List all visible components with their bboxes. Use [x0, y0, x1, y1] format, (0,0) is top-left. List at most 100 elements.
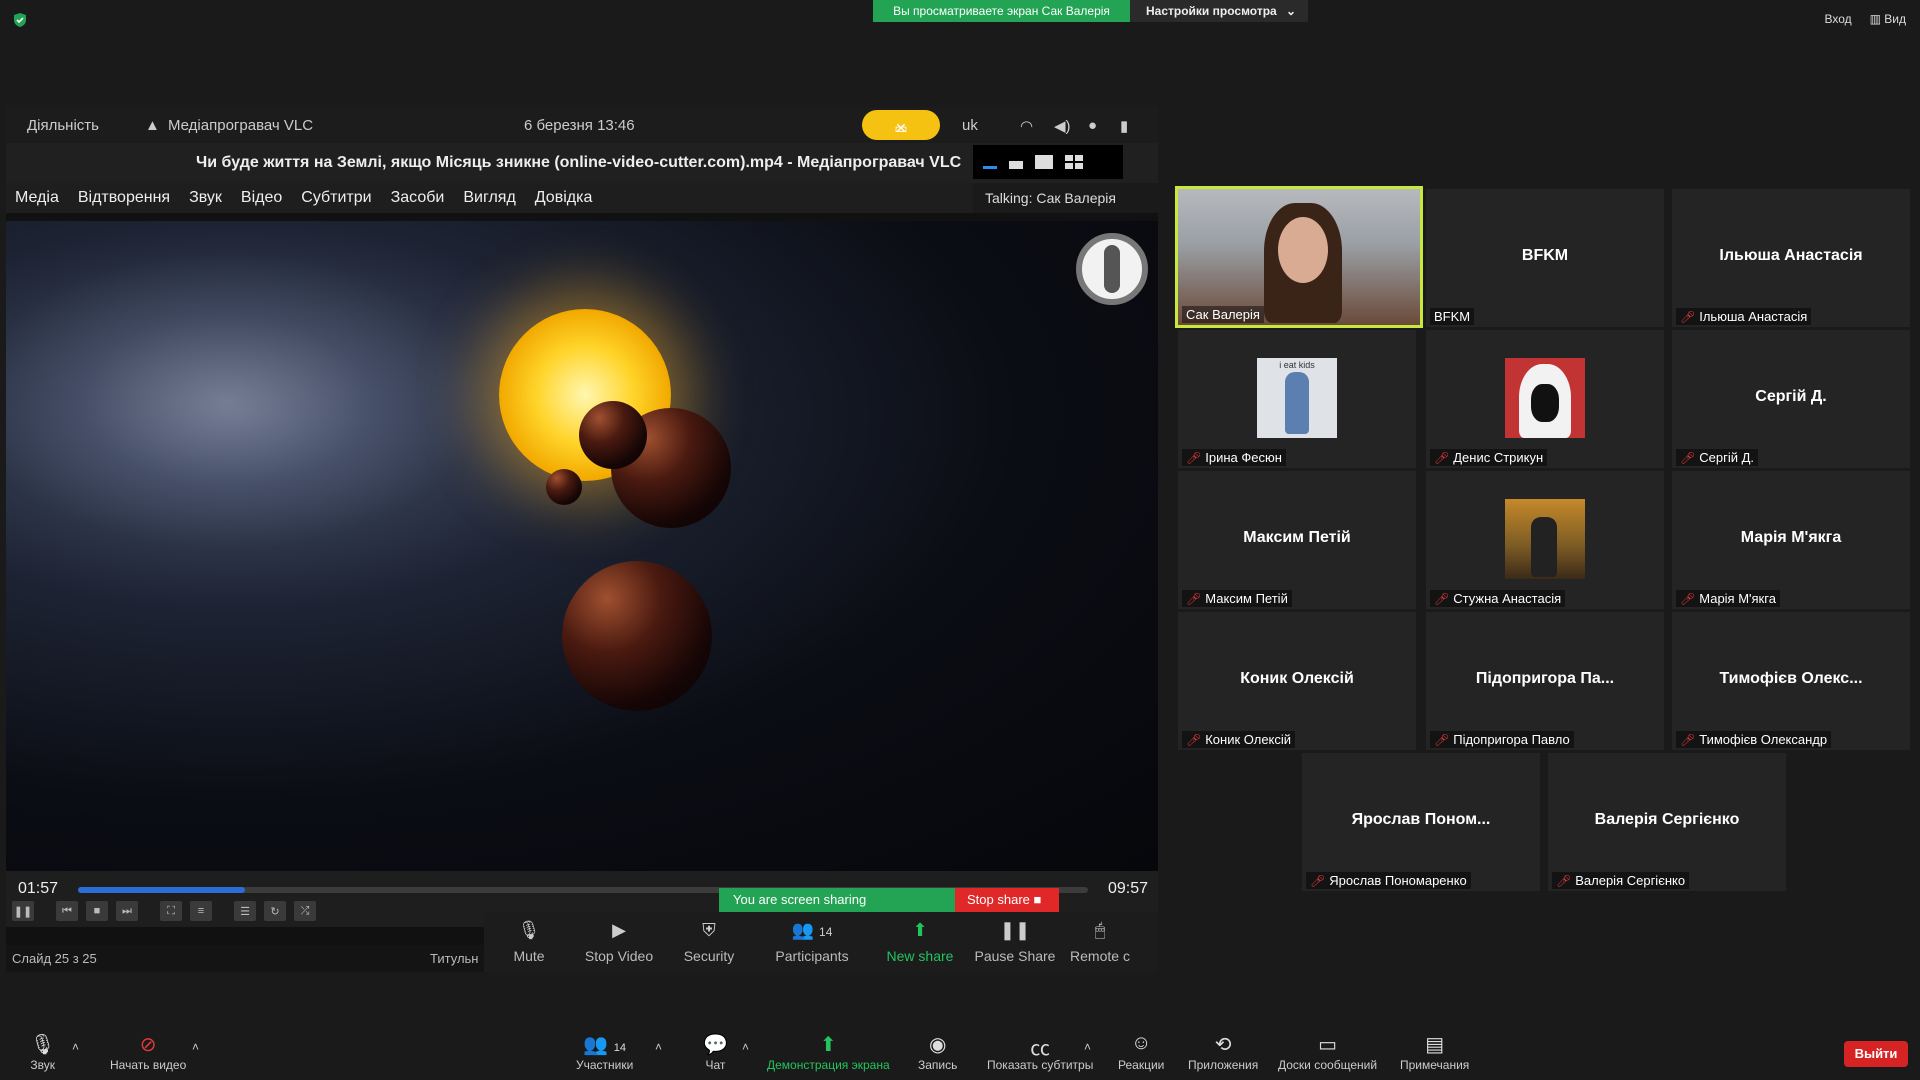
participants-label: Участники [576, 1058, 634, 1072]
participant-tile[interactable]: Підопригора Па... 🎤︎ Підопригора Павло [1426, 612, 1664, 750]
vlc-cone-icon: ▲ [145, 117, 160, 134]
pause-share-button[interactable]: ❚❚ Pause Share [970, 912, 1060, 972]
audio-button[interactable]: 🎙 Звук [30, 1032, 55, 1072]
participant-name-text: Валерія Сергієнко [1575, 873, 1686, 888]
participant-tile[interactable]: Сергій Д. 🎤︎ Сергій Д. [1672, 330, 1910, 468]
loop-icon[interactable]: ↻ [264, 901, 286, 921]
participant-name-text: Денис Стрикун [1453, 450, 1544, 465]
mute-button[interactable]: 🎙 Mute [484, 912, 574, 972]
audio-options-chevron[interactable]: ˄ [72, 1040, 79, 1054]
clock[interactable]: 6 березня 13:46 [524, 117, 635, 134]
wifi-icon: ◠ [1020, 118, 1034, 135]
participants-button[interactable]: 👥 14 Участники [576, 1032, 633, 1072]
stop-share-button[interactable]: Stop share ■ [955, 888, 1059, 912]
participant-name-text: Коник Олексій [1205, 732, 1292, 747]
notes-button[interactable]: ▤ Примечания [1400, 1032, 1469, 1072]
leave-meeting-button[interactable]: Выйти [1844, 1041, 1908, 1067]
app-name[interactable]: Медіапрогравач VLC [168, 117, 313, 134]
share-screen-label: Демонстрация экрана [767, 1058, 890, 1072]
participant-tile[interactable]: Сак Валерія [1175, 186, 1423, 328]
captions-options-chevron[interactable]: ˄ [1084, 1040, 1091, 1054]
chevron-up-icon: ˄ [72, 1040, 80, 1054]
login-button[interactable]: Вход [1824, 12, 1851, 26]
stop-video-button[interactable]: ▶ Stop Video [574, 912, 664, 972]
participants-options-chevron[interactable]: ˄ [655, 1040, 662, 1054]
participant-tile[interactable]: Тимофієв Олекс... 🎤︎ Тимофієв Олександр [1672, 612, 1910, 750]
video-options-chevron[interactable]: ˄ [192, 1040, 199, 1054]
record-button[interactable]: ◉ Запись [918, 1032, 957, 1072]
small-window-icon[interactable] [1009, 161, 1023, 169]
view-button[interactable]: ▥ Вид [1870, 12, 1906, 26]
participant-tile[interactable]: Ярослав Поном... 🎤︎ Ярослав Пономаренко [1302, 753, 1540, 891]
playlist-icon[interactable]: ☰ [234, 901, 256, 921]
view-options-dropdown[interactable]: Настройки просмотра ⌄ [1130, 0, 1308, 22]
large-window-icon[interactable] [1035, 155, 1053, 169]
participant-tile[interactable]: Марія М'якга 🎤︎ Марія М'якга [1672, 471, 1910, 609]
equalizer-icon[interactable]: ≡ [190, 901, 212, 921]
fullscreen-icon[interactable]: ⛶ [160, 901, 182, 921]
chevron-up-icon: ˄ [655, 1040, 663, 1054]
participant-tile[interactable]: Валерія Сергієнко 🎤︎ Валерія Сергієнко [1548, 753, 1786, 891]
record-icon: ◉ [928, 1034, 947, 1056]
language-indicator[interactable]: uk [962, 117, 978, 134]
slide-title: Титульн [430, 951, 479, 966]
audio-label: Звук [30, 1058, 55, 1072]
chat-options-chevron[interactable]: ˄ [742, 1040, 749, 1054]
playback-buttons: ❚❚ ⏮ ■ ⏭ ⛶ ≡ ☰ ↻ ⤮ [12, 901, 316, 921]
chevron-down-icon: ⌄ [1285, 4, 1296, 18]
activities-button[interactable]: Діяльність [27, 117, 99, 134]
menu-audio[interactable]: Звук [189, 189, 222, 207]
chevron-up-icon: ˄ [742, 1040, 750, 1054]
stop-icon[interactable]: ■ [86, 901, 108, 921]
previous-icon[interactable]: ⏮ [56, 901, 78, 921]
menu-subtitles[interactable]: Субтитри [301, 189, 371, 207]
participant-tile[interactable]: BFKM BFKM [1426, 189, 1664, 327]
participant-name-text: Сак Валерія [1186, 307, 1260, 322]
participant-tile[interactable]: i eat kids 🎤︎ Ірина Фесюн [1178, 330, 1416, 468]
reactions-button[interactable]: ☺ Реакции [1118, 1032, 1164, 1072]
participant-tile[interactable]: 🎤︎ Стужна Анастасія [1426, 471, 1664, 609]
new-share-label: New share [886, 948, 954, 964]
menu-video[interactable]: Відео [241, 189, 282, 207]
participant-tile[interactable]: Ільюша Анастасія 🎤︎ Ільюша Анастасія [1672, 189, 1910, 327]
chat-button[interactable]: 💬 Чат [703, 1032, 728, 1072]
chat-icon: 💬 [703, 1034, 728, 1056]
remote-control-button[interactable]: 🖱 Remote c [1060, 912, 1140, 972]
new-share-button[interactable]: ⬆ New share [870, 912, 970, 972]
pause-share-label: Pause Share [974, 948, 1056, 964]
time-elapsed: 01:57 [18, 880, 59, 897]
shuffle-icon[interactable]: ⤮ [294, 901, 316, 921]
participants-button[interactable]: 👥 14 Participants [754, 912, 870, 972]
participant-display-name: Коник Олексій [1240, 670, 1354, 687]
participant-name-text: Ільюша Анастасія [1699, 309, 1808, 324]
zoom-share-toolbar: 🎙 Mute ▶ Stop Video ⛨ Security 👥 14 Particip… [484, 912, 1158, 972]
minimize-icon[interactable] [983, 165, 997, 169]
share-up-icon: ⬆ [912, 920, 928, 940]
screen-share-indicator[interactable]: ▭ ✕ [862, 110, 940, 140]
pause-icon[interactable]: ❚❚ [12, 901, 34, 921]
video-frame[interactable] [6, 221, 1158, 871]
participant-tile[interactable]: 🎤︎ Денис Стрикун [1426, 330, 1664, 468]
menu-view[interactable]: Вигляд [463, 189, 515, 207]
microphone-icon: 🎙 [517, 920, 541, 940]
captions-button[interactable]: ㏄ Показать субтитры [987, 1032, 1093, 1072]
participant-name-text: Ярослав Пономаренко [1329, 873, 1467, 888]
menu-tools[interactable]: Засоби [391, 189, 445, 207]
boards-button[interactable]: ▭ Доски сообщений [1278, 1032, 1377, 1072]
reaction-emoji-icon: ☺ [1130, 1032, 1152, 1054]
gallery-grid-icon[interactable] [1065, 155, 1083, 169]
security-button[interactable]: ⛨ Security [664, 912, 754, 972]
menu-help[interactable]: Довідка [535, 189, 593, 207]
share-screen-button[interactable]: ⬆ Демонстрация экрана [767, 1032, 890, 1072]
menu-media[interactable]: Медіа [15, 189, 59, 207]
closed-captions-icon: ㏄ [1030, 1038, 1051, 1060]
next-icon[interactable]: ⏭ [116, 901, 138, 921]
participant-tile[interactable]: Коник Олексій 🎤︎ Коник Олексій [1178, 612, 1416, 750]
encryption-shield-icon[interactable] [12, 12, 28, 28]
participant-tile[interactable]: Максим Петій 🎤︎ Максим Петій [1178, 471, 1416, 609]
apps-button[interactable]: ⟲ Приложения [1188, 1032, 1258, 1072]
avatar [1505, 358, 1585, 438]
start-video-button[interactable]: ⊘ Начать видео [110, 1032, 186, 1072]
menu-playback[interactable]: Відтворення [78, 189, 170, 207]
seek-progress [78, 887, 245, 893]
